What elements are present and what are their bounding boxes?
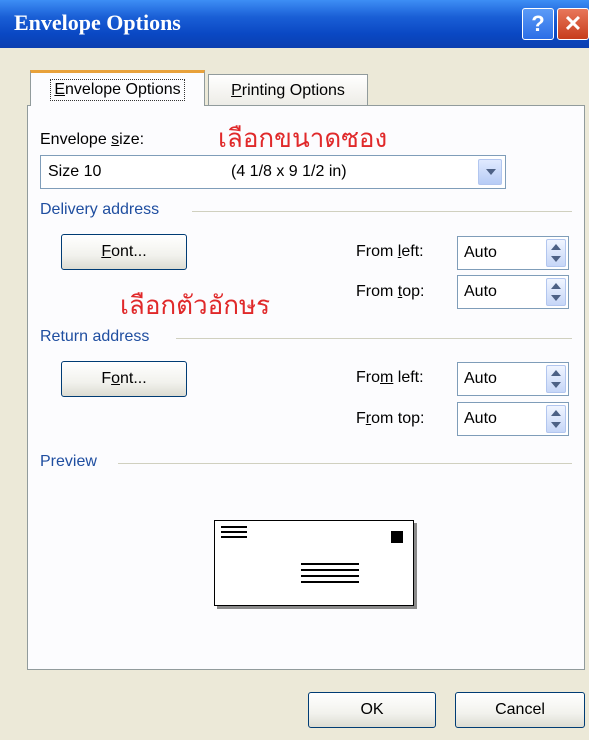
ok-button[interactable]: OK — [308, 692, 436, 728]
window-title: Envelope Options — [14, 10, 181, 35]
preview-heading: Preview — [40, 453, 97, 470]
title-bar[interactable]: Envelope Options ? ✕ — [0, 0, 589, 48]
delivery-address-line — [301, 581, 359, 583]
return-font-button[interactable]: Fo nt... — [61, 361, 187, 397]
return-address-line — [221, 526, 247, 528]
close-button[interactable]: ✕ — [557, 8, 589, 40]
envelope-size-dimensions: (4 1/8 x 9 1/2 in) — [231, 163, 347, 180]
tab-printing-options-label: Printing Options — [231, 82, 345, 99]
size-annotation: เลือกขนาดซอง — [218, 123, 388, 153]
envelope-options-dialog: Envelope Options ? ✕ Envelope Options Pr… — [0, 0, 589, 740]
help-button[interactable]: ? — [522, 8, 554, 40]
tab-envelope-options[interactable]: Envelope Options — [30, 70, 205, 106]
delivery-divider — [192, 211, 572, 212]
spinner-arrows-icon[interactable] — [546, 365, 566, 393]
delivery-address-line — [301, 563, 359, 565]
spinner-arrows-icon[interactable] — [546, 239, 566, 267]
stamp-icon — [391, 531, 403, 543]
delivery-address-line — [301, 569, 359, 571]
delivery-font-button[interactable]: Font... — [61, 234, 187, 270]
delivery-address-heading: Delivery address — [40, 201, 160, 218]
delivery-from-left-spinner[interactable]: Auto — [457, 236, 569, 270]
delivery-address-line — [301, 575, 359, 577]
return-address-line — [221, 536, 247, 538]
envelope-size-label: Envelope size: — [40, 131, 145, 148]
cancel-button[interactable]: Cancel — [455, 692, 585, 728]
tab-envelope-options-label: Envelope Options — [50, 78, 185, 101]
preview-divider — [118, 463, 572, 464]
spinner-arrows-icon[interactable] — [546, 278, 566, 306]
return-from-left-label: From left: — [356, 369, 424, 386]
spinner-arrows-icon[interactable] — [546, 405, 566, 433]
font-annotation: เลือกตัวอักษร — [120, 290, 271, 320]
envelope-size-select[interactable]: Size 10 (4 1/8 x 9 1/2 in) — [40, 155, 506, 189]
envelope-preview[interactable] — [214, 520, 414, 606]
delivery-from-left-label: From left: — [356, 243, 424, 260]
delivery-from-top-spinner[interactable]: Auto — [457, 275, 569, 309]
return-from-top-spinner[interactable]: Auto — [457, 402, 569, 436]
return-from-top-label: From top: — [356, 410, 425, 427]
chevron-down-icon[interactable] — [478, 159, 502, 185]
return-address-line — [221, 531, 247, 533]
return-divider — [176, 338, 572, 339]
return-from-left-spinner[interactable]: Auto — [457, 362, 569, 396]
envelope-size-value: Size 10 — [48, 163, 102, 180]
help-icon: ? — [531, 11, 545, 36]
delivery-from-top-label: From top: — [356, 283, 425, 300]
close-icon: ✕ — [563, 11, 583, 36]
tab-printing-options[interactable]: Printing Options — [208, 74, 368, 108]
return-address-heading: Return address — [40, 328, 150, 345]
